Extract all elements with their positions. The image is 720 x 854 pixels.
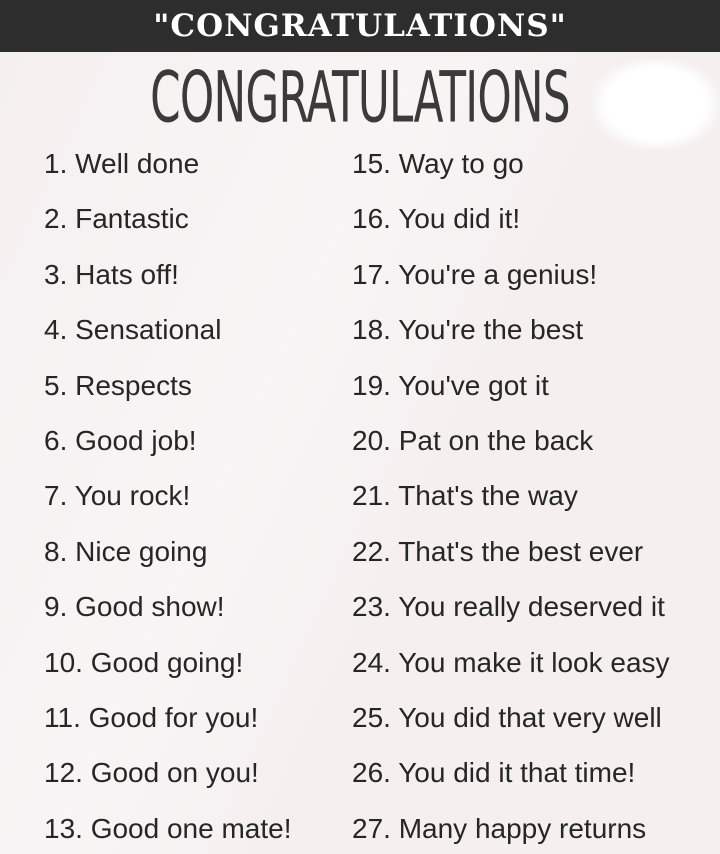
phrase-item: 6. Good job! (44, 424, 197, 456)
phrase-item: 26. You did it that time! (352, 757, 636, 789)
phrase-item: 27. Many happy returns (352, 812, 647, 844)
phrase-item: 11. Good for you! (44, 701, 259, 733)
right-phrase-list: 15. Way to go 16. You did it! 17. You're a… (352, 136, 720, 854)
phrase-item: 17. You're a genius! (352, 258, 598, 290)
phrase-item: 10. Good going! (44, 646, 244, 678)
title-banner: "CONGRATULATIONS" (0, 0, 720, 52)
phrase-item: 12. Good on you! (44, 757, 259, 789)
phrase-item: 13. Good one mate! (44, 812, 292, 844)
phrase-item: 7. You rock! (44, 480, 191, 512)
phrase-item: 19. You've got it (352, 369, 549, 401)
phrase-item: 23. You really deserved it (352, 591, 665, 623)
phrase-item: 1. Well done (44, 148, 200, 179)
phrase-item: 8. Nice going (44, 535, 208, 567)
congratulations-poster: "CONGRATULATIONS" CONGRATULATIONS 1. Wel… (0, 0, 720, 854)
phrase-item: 9. Good show! (44, 591, 225, 623)
phrase-item: 21. That's the way (352, 480, 578, 512)
phrase-item: 25. You did that very well (352, 701, 662, 733)
phrase-item: 22. That's the best ever (352, 535, 644, 567)
banner-title: "CONGRATULATIONS" (153, 8, 567, 44)
phrase-item: 24. You make it look easy (352, 646, 670, 678)
phrase-item: 2. Fantastic (44, 203, 189, 235)
phrase-item: 5. Respects (44, 369, 192, 401)
headline-text: CONGRATULATIONS (150, 57, 570, 139)
phrase-item: 3. Hats off! (44, 258, 179, 290)
phrase-item: 20. Pat on the back (352, 424, 594, 456)
phrase-item: 16. You did it! (352, 203, 521, 235)
left-phrase-list: 1. Well done 2. Fantastic 3. Hats off! 4. S… (44, 136, 344, 854)
phrase-item: 15. Way to go (352, 148, 524, 179)
phrase-item: 4. Sensational (44, 314, 222, 346)
phrase-item: 18. You're the best (352, 314, 584, 346)
